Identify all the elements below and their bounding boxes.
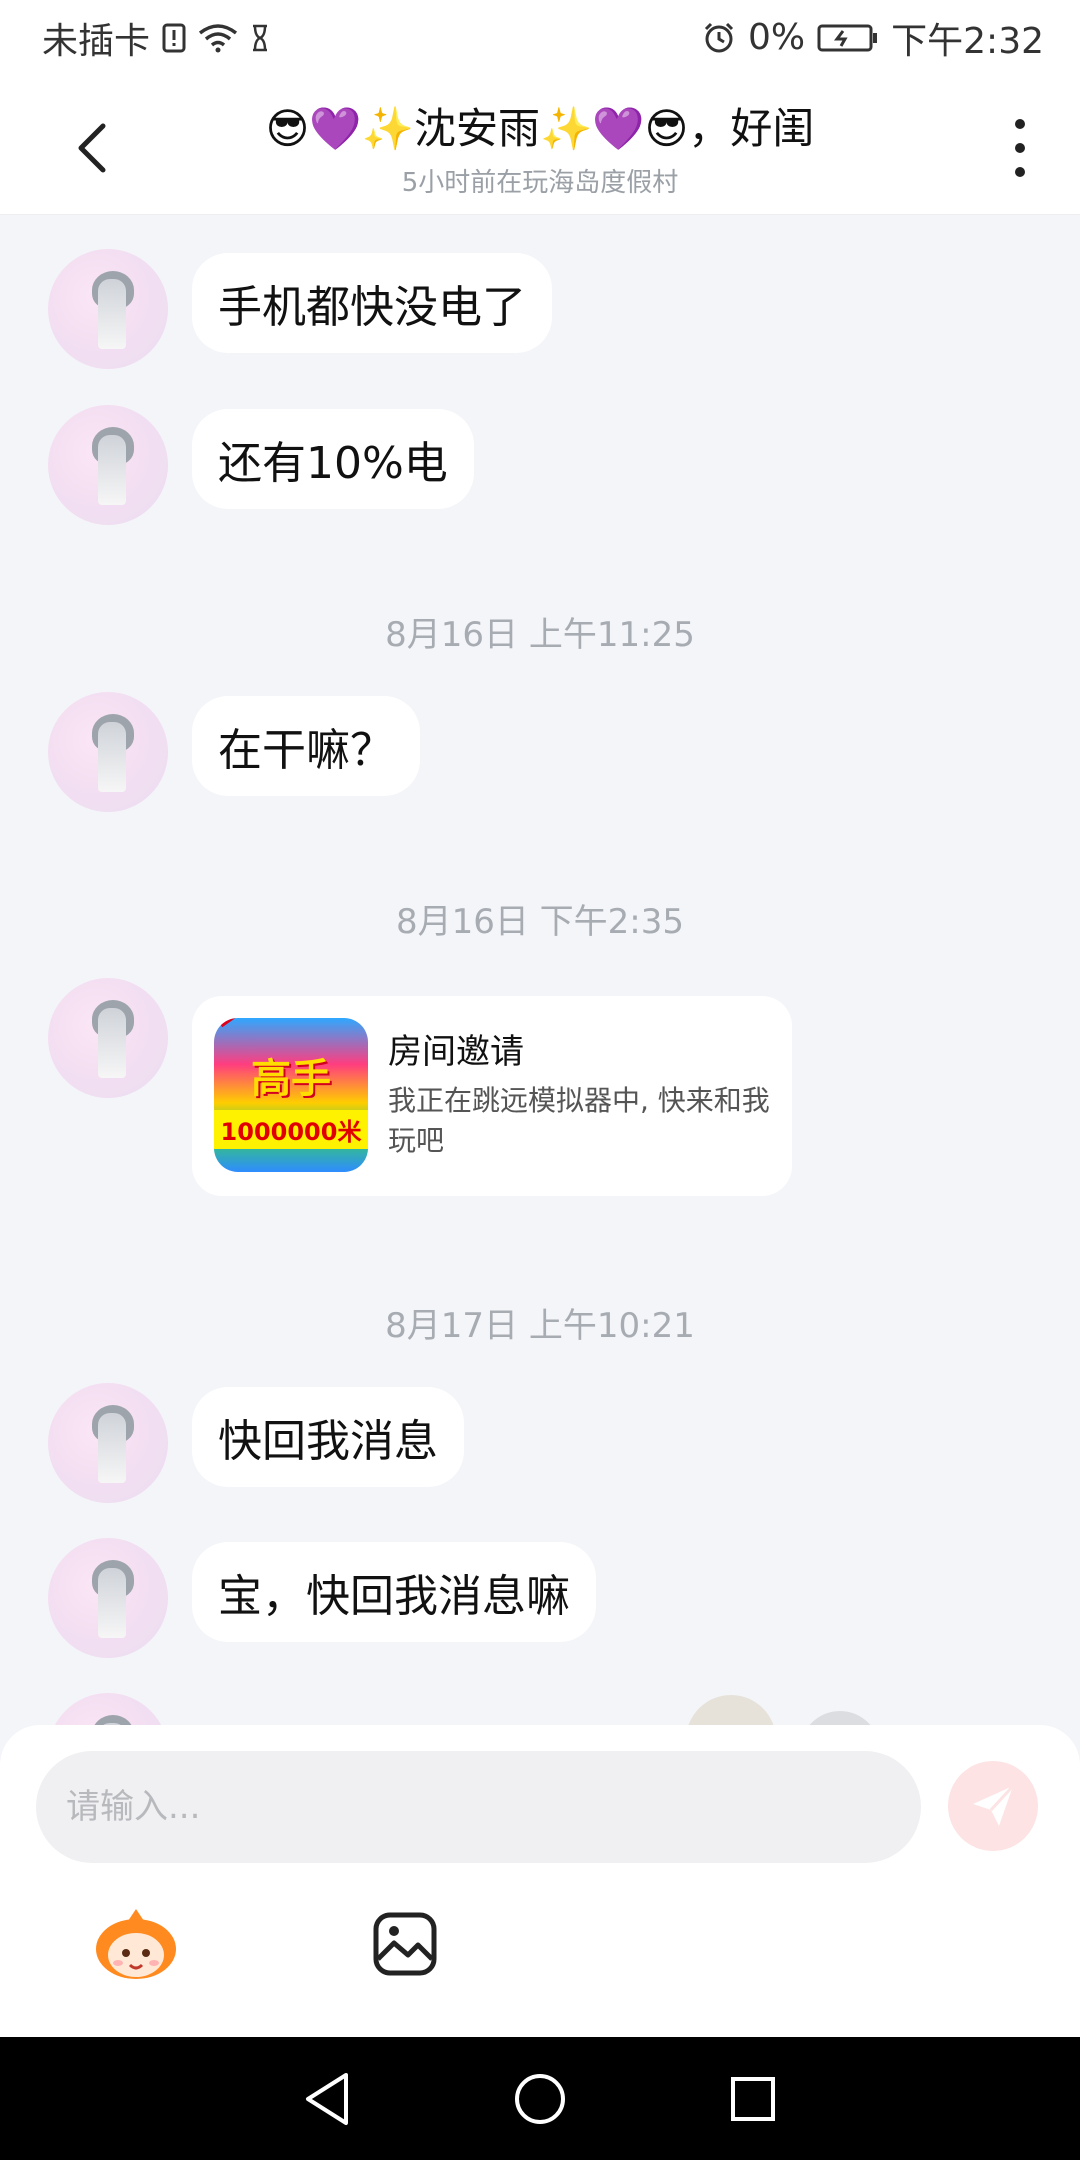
message-bubble[interactable]: 宝，快回我消息嘛 <box>192 1542 596 1642</box>
game-thumbnail: 高手 1000000米 <box>214 1018 368 1172</box>
image-picker-button[interactable] <box>372 1911 438 1977</box>
wifi-icon <box>198 23 238 53</box>
chevron-left-icon <box>78 123 106 173</box>
status-bar: 未插卡 0% 下午2:32 <box>0 0 1080 75</box>
nav-home-button[interactable] <box>500 2059 580 2139</box>
recents-square-icon <box>731 2076 776 2121</box>
more-dot <box>1015 167 1025 177</box>
sticker-peek <box>800 1711 880 1725</box>
avatar[interactable] <box>48 1383 168 1503</box>
send-icon <box>973 1784 1015 1826</box>
message-item: 宝，快回我消息嘛 <box>48 1538 596 1658</box>
avatar[interactable] <box>48 249 168 369</box>
message-timestamp: 8月17日 上午10:21 <box>385 1306 695 1346</box>
composer-panel <box>0 1725 1080 2037</box>
hourglass-icon <box>250 24 270 52</box>
message-timestamp: 8月16日 上午11:25 <box>385 615 695 655</box>
image-icon <box>373 1912 437 1976</box>
more-dot <box>1015 119 1025 129</box>
message-bubble[interactable]: 手机都快没电了 <box>192 253 552 353</box>
thumb-score: 1000000米 <box>214 1110 368 1149</box>
message-input[interactable] <box>36 1751 921 1863</box>
message-item: 高手 1000000米 房间邀请 我正在跳远模拟器中, 快来和我玩吧 <box>48 978 792 1196</box>
battery-percent: 0% <box>748 17 806 58</box>
message-item: 快回我消息 <box>48 1383 464 1503</box>
contact-info[interactable]: 😎💜✨沈安雨✨💜😎，好闺 5小时前在玩海岛度假村 <box>180 95 900 199</box>
message-bubble[interactable]: 快回我消息 <box>192 1387 464 1487</box>
message-item: 在干嘛？ <box>48 692 420 812</box>
mascot-emoji-icon <box>96 1909 176 1979</box>
avatar[interactable] <box>48 978 168 1098</box>
invite-description: 我正在跳远模拟器中, 快来和我玩吧 <box>388 1084 770 1157</box>
contact-status: 5小时前在玩海岛度假村 <box>401 168 679 198</box>
chat-screen: 未插卡 0% 下午2:32 😎💜✨沈安雨✨💜😎，好闺 5小时前在玩海岛度假村 手… <box>0 0 1080 2160</box>
avatar[interactable] <box>48 405 168 525</box>
system-nav-bar <box>0 2037 1080 2160</box>
avatar[interactable] <box>48 1538 168 1658</box>
sim-alert-icon <box>162 23 186 53</box>
thumb-title: 高手 <box>251 1056 331 1102</box>
back-triangle-icon <box>305 2072 348 2125</box>
message-item <box>48 1693 168 1725</box>
contact-name: 😎💜✨沈安雨✨💜😎，好闺 <box>265 104 815 153</box>
more-dot <box>1015 143 1025 153</box>
avatar[interactable] <box>48 1693 168 1725</box>
message-bubble[interactable]: 在干嘛？ <box>192 696 420 796</box>
carrier-label: 未插卡 <box>42 20 151 62</box>
sticker-peek <box>686 1695 776 1725</box>
room-invite-card[interactable]: 高手 1000000米 房间邀请 我正在跳远模拟器中, 快来和我玩吧 <box>192 996 792 1196</box>
message-bubble[interactable]: 还有10%电 <box>192 409 474 509</box>
home-circle-icon <box>514 2073 565 2124</box>
invite-title: 房间邀请 <box>388 1032 524 1072</box>
chat-header: 😎💜✨沈安雨✨💜😎，好闺 5小时前在玩海岛度假村 <box>0 75 1080 215</box>
nav-recents-button[interactable] <box>713 2059 793 2139</box>
message-item: 还有10%电 <box>48 405 474 525</box>
mascot-emoji-button[interactable] <box>92 1907 180 1983</box>
send-button[interactable] <box>948 1761 1038 1851</box>
message-timestamp: 8月16日 下午2:35 <box>395 902 685 942</box>
nav-back-button[interactable] <box>287 2059 367 2139</box>
back-button[interactable] <box>62 113 122 183</box>
status-time: 下午2:32 <box>891 20 1044 62</box>
more-options-button[interactable] <box>1000 113 1040 183</box>
avatar[interactable] <box>48 692 168 812</box>
message-list[interactable]: 手机都快没电了 还有10%电 8月16日 上午11:25 在干嘛？ 8月16日 … <box>0 215 1080 1725</box>
alarm-icon <box>702 21 736 55</box>
battery-charging-icon <box>817 23 879 53</box>
message-item: 手机都快没电了 <box>48 249 552 369</box>
